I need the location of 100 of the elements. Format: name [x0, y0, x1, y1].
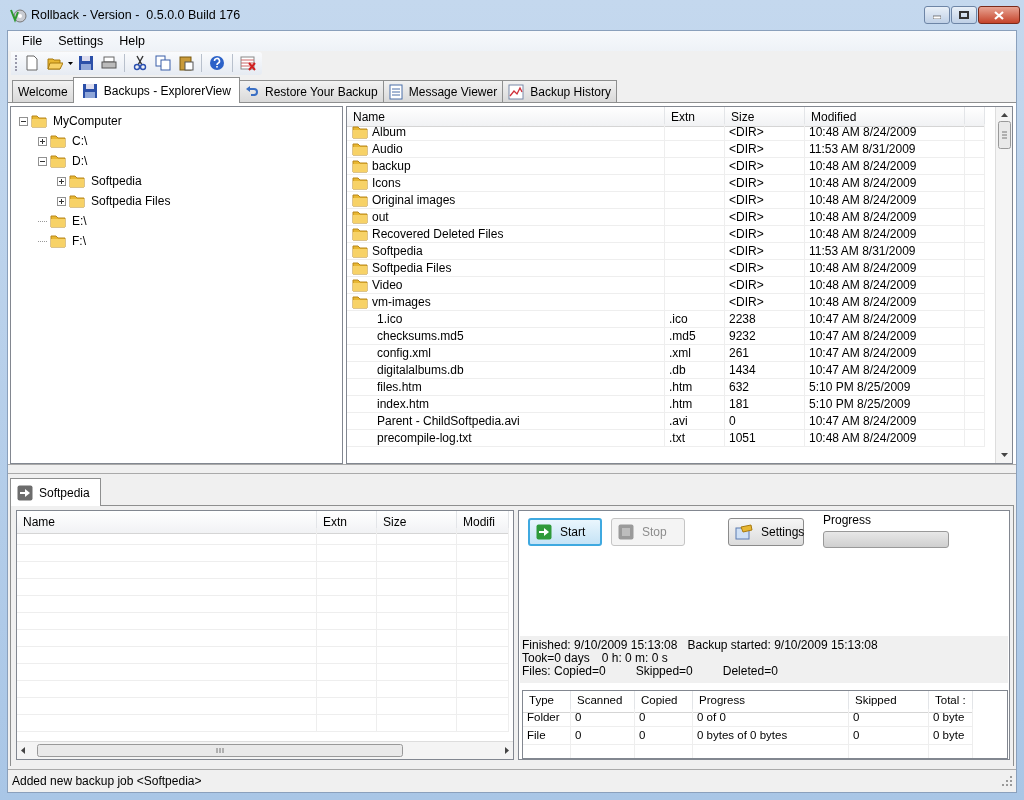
document-icon [388, 83, 403, 100]
copy-icon[interactable] [155, 55, 171, 71]
file-name[interactable]: Parent - ChildSoftpedia.avi [377, 414, 520, 428]
tab[interactable]: Restore Your Backup [238, 80, 384, 102]
expand-icon[interactable] [57, 176, 66, 186]
file-name[interactable]: checksums.md5 [377, 329, 464, 343]
file-name[interactable]: Audio [372, 142, 403, 156]
open-folder-icon[interactable] [47, 55, 63, 71]
folder-icon [50, 234, 66, 248]
tree-item[interactable]: E:\ [69, 214, 90, 228]
collapse-icon[interactable] [38, 156, 47, 166]
column-header[interactable]: Name [17, 511, 317, 534]
table-cell: 0 [635, 709, 693, 727]
file-name[interactable]: precompile-log.txt [377, 431, 472, 445]
file-name[interactable]: Softpedia [372, 244, 423, 258]
scroll-up-icon[interactable] [1000, 113, 1008, 117]
collapse-icon[interactable] [19, 116, 28, 126]
expand-icon[interactable] [57, 196, 66, 206]
menu-item[interactable]: File [14, 32, 51, 50]
maximize-button[interactable] [951, 6, 977, 24]
table-cell: 0 byte [929, 727, 973, 745]
column-header[interactable]: Extn [665, 107, 725, 127]
summary-text: Backup started: 9/10/2009 15:13:08 [687, 637, 878, 652]
table-cell: 0 [849, 727, 929, 745]
table-cell: <DIR> [729, 159, 764, 173]
table-cell: .htm [669, 397, 693, 411]
table-cell: 0 bytes of 0 bytes [693, 727, 849, 745]
scrollbar-thumb[interactable] [997, 121, 1011, 149]
tab[interactable]: Welcome [12, 80, 74, 102]
job-tab[interactable]: Softpedia [10, 478, 101, 506]
action-button[interactable]: Start [528, 518, 602, 546]
close-button[interactable] [978, 6, 1020, 24]
scroll-right-icon[interactable] [505, 747, 509, 754]
save-icon[interactable] [78, 55, 94, 71]
table-cell: 10:48 AM 8/24/2009 [809, 278, 917, 292]
file-name[interactable]: backup [372, 159, 411, 173]
column-header[interactable]: Extn [317, 511, 377, 534]
table-cell: .avi [669, 414, 688, 428]
column-header[interactable]: Progress [693, 691, 849, 713]
column-header[interactable]: Copied [635, 691, 693, 713]
new-document-icon[interactable] [24, 55, 40, 71]
table-cell: 10:48 AM 8/24/2009 [809, 176, 917, 190]
dropdown-caret-icon[interactable] [68, 61, 73, 65]
file-name[interactable]: 1.ico [377, 312, 403, 326]
file-name[interactable]: Icons [372, 176, 401, 190]
scroll-down-icon[interactable] [1000, 453, 1008, 457]
menu-item[interactable]: Settings [50, 32, 112, 50]
table-cell: 632 [729, 380, 750, 394]
folder-icon [352, 278, 368, 292]
tab[interactable]: Backup History [502, 80, 617, 102]
tree-item[interactable]: Softpedia Files [88, 194, 174, 208]
folder-icon [50, 214, 66, 228]
tab[interactable]: Message Viewer [382, 80, 504, 102]
expand-icon[interactable] [38, 136, 47, 146]
column-header[interactable]: Size [377, 511, 457, 534]
scroll-left-icon[interactable] [21, 747, 25, 754]
column-header[interactable]: Size [725, 107, 805, 127]
file-name[interactable]: Video [372, 278, 403, 292]
delete-table-icon[interactable] [240, 55, 256, 71]
file-name[interactable]: index.htm [377, 397, 430, 411]
file-name[interactable]: Softpedia Files [372, 261, 452, 275]
print-icon[interactable] [101, 55, 117, 71]
file-name[interactable]: digitalalbums.db [377, 363, 464, 377]
file-name[interactable]: out [372, 210, 389, 224]
table-cell: 10:48 AM 8/24/2009 [809, 159, 917, 173]
column-header[interactable]: Modified [805, 107, 965, 127]
scrollbar-thumb[interactable] [37, 744, 403, 757]
cut-icon[interactable] [132, 55, 148, 71]
column-header[interactable]: Modifi [457, 511, 509, 534]
folder-icon [69, 194, 85, 208]
file-name[interactable]: files.htm [377, 380, 422, 394]
resize-grip-icon[interactable] [1002, 776, 1012, 786]
column-header[interactable]: Skipped [849, 691, 929, 713]
file-name[interactable]: config.xml [377, 346, 432, 360]
tree-item[interactable]: MyComputer [50, 114, 125, 128]
tree-item[interactable]: D:\ [69, 154, 91, 168]
folder-icon [352, 295, 368, 309]
menu-item[interactable]: Help [111, 32, 154, 50]
tab[interactable]: Backups - ExplorerView [72, 77, 240, 103]
paste-icon[interactable] [178, 55, 194, 71]
column-header[interactable]: Name [347, 107, 665, 127]
folder-icon [352, 176, 368, 190]
summary-text: Took=0 days [522, 650, 590, 665]
tree-item[interactable]: Softpedia [88, 174, 145, 188]
file-name[interactable]: Recovered Deleted Files [372, 227, 504, 241]
column-header[interactable]: Scanned [571, 691, 635, 713]
column-header[interactable]: Type [523, 691, 571, 713]
tree-item[interactable]: F:\ [69, 234, 89, 248]
file-name[interactable]: Original images [372, 193, 456, 207]
file-name[interactable]: vm-images [372, 295, 431, 309]
file-name[interactable]: Album [372, 125, 406, 139]
settings-window-icon [735, 524, 753, 540]
help-icon[interactable] [209, 55, 225, 71]
action-button[interactable]: Settings [728, 518, 804, 546]
table-cell: 10:48 AM 8/24/2009 [809, 125, 917, 139]
window-title: Rollback - Version - 0.5.0.0 Build 176 [31, 8, 241, 22]
column-header[interactable]: Total : [929, 691, 973, 713]
tree-item[interactable]: C:\ [69, 134, 91, 148]
maximize-icon [959, 11, 969, 19]
table-cell: <DIR> [729, 227, 764, 241]
